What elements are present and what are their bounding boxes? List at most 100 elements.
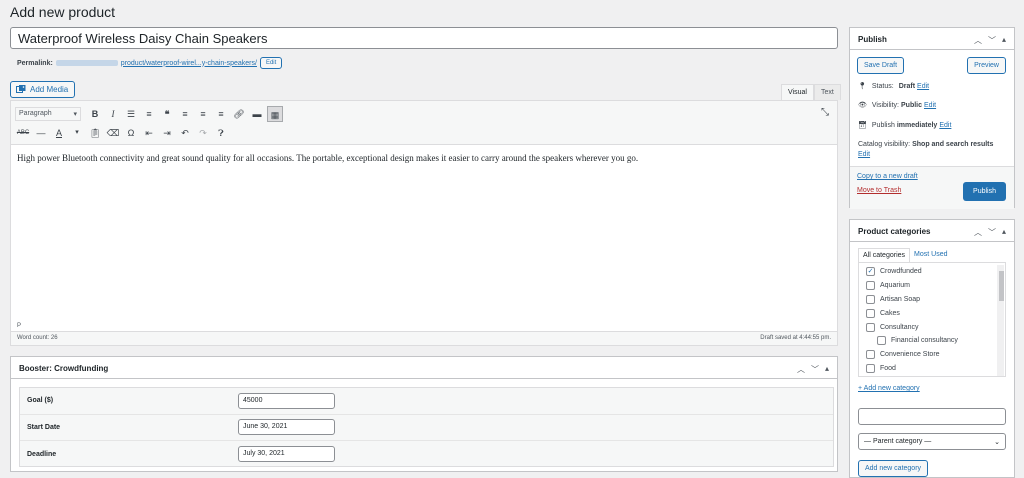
move-down-icon[interactable]: ﹀ [811, 364, 819, 374]
crowdfunding-header[interactable]: Booster: Crowdfunding ︿ ﹀ ▴ [11, 357, 837, 379]
calendar-icon: 📅︎ [858, 122, 867, 129]
list-item[interactable]: Aquarium [859, 279, 1005, 293]
publish-header[interactable]: Publish ︿ ﹀ ▴ [850, 28, 1014, 50]
tab-text[interactable]: Text [814, 84, 841, 100]
read-more-icon[interactable]: ▬ [249, 106, 265, 122]
edit-publish-date-link[interactable]: Edit [939, 122, 951, 129]
indent-icon[interactable]: ⇥ [159, 125, 175, 141]
move-to-trash-link[interactable]: Move to Trash [857, 187, 901, 194]
list-item[interactable]: Cakes [859, 306, 1005, 320]
redo-icon[interactable]: ↷ [195, 125, 211, 141]
format-select[interactable]: Paragraph ▾ [15, 107, 81, 121]
bullet-list-icon[interactable]: ☰ [123, 106, 139, 122]
checkbox[interactable] [866, 308, 875, 318]
checkbox[interactable] [866, 322, 875, 332]
paste-text-icon[interactable]: 📋︎ [87, 125, 103, 141]
permalink: Permalink: product/waterproof-wirel...y-… [17, 57, 283, 69]
checkbox[interactable] [877, 336, 886, 346]
checkbox[interactable] [866, 294, 875, 304]
parent-category-value: — Parent category — [864, 438, 932, 445]
crowdfunding-metabox: Booster: Crowdfunding ︿ ﹀ ▴ Goal ($) 450… [10, 356, 838, 472]
help-icon[interactable]: ❓︎ [213, 125, 229, 141]
chevron-down-icon[interactable]: ▾ [69, 125, 85, 141]
toggle-panel-icon[interactable]: ▴ [1002, 35, 1006, 44]
list-item[interactable]: ✓ Crowdfunded [859, 265, 1005, 279]
new-category-input[interactable] [858, 408, 1006, 425]
media-icon [16, 85, 26, 97]
table-row: Goal ($) 45000 [20, 388, 833, 415]
category-label: Convenience Store [880, 351, 940, 359]
move-up-icon[interactable]: ︿ [797, 364, 805, 374]
link-icon[interactable]: 🔗︎ [231, 106, 247, 122]
fullscreen-icon[interactable]: ⤡ [821, 107, 829, 118]
scrollbar-thumb[interactable] [999, 271, 1004, 301]
clear-formatting-icon[interactable]: ⌫ [105, 125, 121, 141]
publish-button[interactable]: Publish [963, 182, 1006, 201]
numbered-list-icon[interactable]: ≡ [141, 106, 157, 122]
permalink-domain [55, 60, 118, 66]
special-character-icon[interactable]: Ω [123, 125, 139, 141]
align-right-icon[interactable]: ≡ [213, 106, 229, 122]
move-down-icon[interactable]: ﹀ [988, 227, 996, 237]
list-item[interactable]: Consultancy [859, 320, 1005, 334]
move-up-icon[interactable]: ︿ [974, 227, 982, 237]
deadline-input[interactable]: July 30, 2021 [238, 446, 335, 463]
editor-content[interactable]: High power Bluetooth connectivity and gr… [17, 153, 638, 163]
edit-status-link[interactable]: Edit [917, 83, 929, 90]
category-tabs: All categories Most Used [858, 248, 952, 262]
list-item[interactable]: Convenience Store [859, 348, 1005, 362]
crowdfunding-fields: Goal ($) 45000 Start Date June 30, 2021 … [19, 387, 834, 467]
categories-header[interactable]: Product categories ︿ ﹀ ▴ [850, 220, 1014, 242]
deadline-label: Deadline [27, 450, 57, 458]
parent-category-select[interactable]: — Parent category — ⌄ [858, 433, 1006, 450]
move-down-icon[interactable]: ﹀ [988, 35, 996, 45]
draft-saved-status: Draft saved at 4:44:55 pm. [760, 335, 831, 341]
bold-icon[interactable]: B [87, 106, 103, 122]
align-center-icon[interactable]: ≡ [195, 106, 211, 122]
blockquote-icon[interactable]: ❝ [159, 106, 175, 122]
italic-icon[interactable]: I [105, 106, 121, 122]
save-draft-button[interactable]: Save Draft [857, 57, 905, 74]
toolbar-toggle-icon[interactable]: ▦ [267, 106, 283, 122]
toggle-panel-icon[interactable]: ▴ [1002, 227, 1006, 236]
publish-title: Publish [858, 35, 887, 44]
catalog-visibility-value: Shop and search results [912, 141, 994, 148]
category-checklist: ✓ Crowdfunded Aquarium Artisan Soap Cakes… [858, 262, 1006, 377]
add-new-category-button[interactable]: Add new category [858, 460, 929, 477]
checkbox[interactable] [866, 350, 875, 360]
product-title-input[interactable]: Waterproof Wireless Daisy Chain Speakers [10, 27, 838, 49]
edit-visibility-link[interactable]: Edit [924, 102, 936, 109]
tab-most-used[interactable]: Most Used [910, 248, 951, 262]
eye-icon: 👁︎ [858, 102, 867, 109]
element-path: P [17, 323, 22, 329]
list-item[interactable]: Financial consultancy [859, 334, 1005, 348]
add-new-category-link[interactable]: + Add new category [858, 385, 920, 392]
permalink-edit-button[interactable]: Edit [259, 57, 283, 69]
checkbox[interactable] [866, 363, 875, 373]
add-media-button[interactable]: Add Media [10, 81, 76, 98]
goal-input[interactable]: 45000 [238, 392, 335, 409]
content-editor: Paragraph ▾ B I ☰ ≡ ❝ ≡ ≡ ≡ 🔗︎ ▬ ▦ ABC —… [10, 100, 838, 346]
undo-icon[interactable]: ↶ [177, 125, 193, 141]
toggle-panel-icon[interactable]: ▴ [825, 364, 829, 373]
move-up-icon[interactable]: ︿ [974, 35, 982, 45]
add-media-label: Add Media [30, 85, 69, 94]
edit-catalog-visibility-link[interactable]: Edit [858, 151, 870, 158]
category-label: Artisan Soap [880, 295, 921, 303]
preview-button[interactable]: Preview [967, 57, 1006, 74]
tab-visual[interactable]: Visual [781, 84, 814, 100]
strikethrough-icon[interactable]: ABC [15, 125, 31, 141]
text-color-icon[interactable]: A [51, 125, 67, 141]
list-item[interactable]: Artisan Soap [859, 293, 1005, 307]
horizontal-line-icon[interactable]: — [33, 125, 49, 141]
tab-all-categories[interactable]: All categories [858, 248, 911, 262]
outdent-icon[interactable]: ⇤ [141, 125, 157, 141]
copy-draft-link[interactable]: Copy to a new draft [857, 173, 918, 180]
permalink-label: Permalink: [17, 59, 53, 67]
checkbox-checked[interactable]: ✓ [866, 267, 875, 277]
permalink-url[interactable]: product/waterproof-wirel...y-chain-speak… [121, 60, 257, 67]
start-date-input[interactable]: June 30, 2021 [238, 419, 335, 436]
list-item[interactable]: Food [859, 362, 1005, 376]
align-left-icon[interactable]: ≡ [177, 106, 193, 122]
checkbox[interactable] [866, 281, 875, 291]
